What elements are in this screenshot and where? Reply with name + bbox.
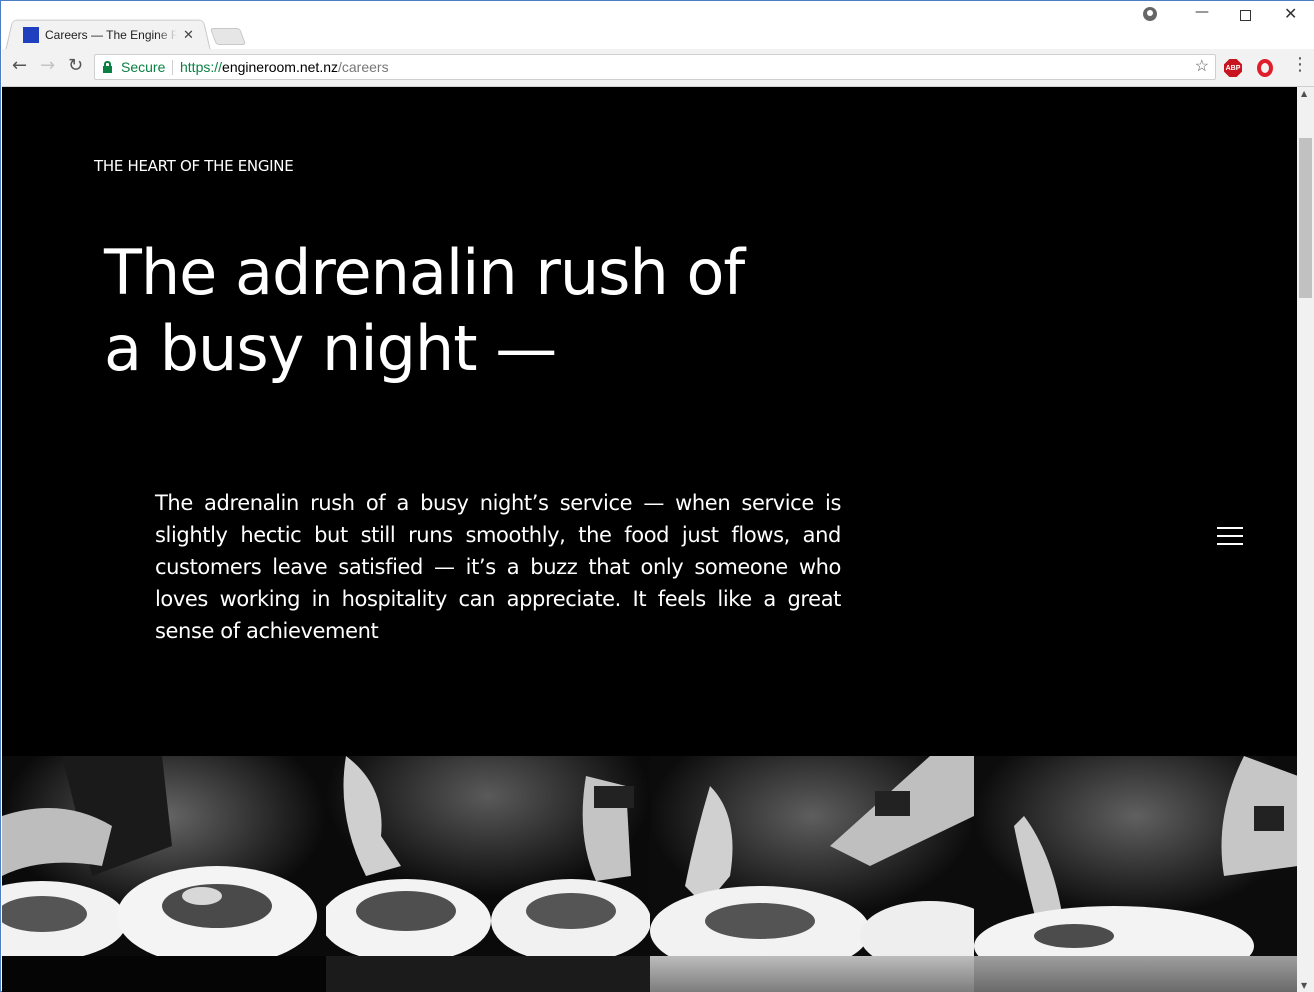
plating-photo-3 bbox=[650, 756, 974, 956]
back-arrow-icon[interactable]: ← bbox=[12, 55, 27, 76]
plating-photo-4 bbox=[974, 756, 1297, 956]
scroll-up-icon[interactable]: ▲ bbox=[1301, 89, 1307, 98]
lock-icon bbox=[103, 61, 112, 73]
reload-icon[interactable]: ↻ bbox=[68, 55, 83, 76]
tab-content[interactable]: Careers — The Engine Room ✕ bbox=[15, 22, 205, 48]
url-path: /careers bbox=[338, 59, 389, 75]
tab-close-icon[interactable]: ✕ bbox=[183, 28, 194, 43]
address-bar[interactable]: Secure https://engineroom.net.nz/careers… bbox=[94, 54, 1216, 80]
scroll-down-icon[interactable]: ▼ bbox=[1301, 981, 1307, 990]
photo-gallery bbox=[2, 756, 1297, 992]
hamburger-menu-icon[interactable] bbox=[1217, 527, 1243, 545]
adblock-plus-icon[interactable]: ABP bbox=[1224, 59, 1242, 77]
headline-line-2: a busy night — bbox=[104, 312, 557, 385]
new-tab-button[interactable] bbox=[209, 28, 247, 45]
profile-icon[interactable] bbox=[1143, 7, 1157, 21]
window-close-icon[interactable]: ✕ bbox=[1284, 4, 1297, 23]
tab-strip: Careers — The Engine Room ✕ — ✕ bbox=[1, 1, 1314, 50]
opera-extension-icon[interactable] bbox=[1257, 59, 1273, 77]
maximize-icon[interactable] bbox=[1240, 10, 1251, 21]
plating-photo-2 bbox=[326, 756, 650, 956]
page-content: THE HEART OF THE ENGINE The adrenalin ru… bbox=[2, 87, 1297, 992]
url-text[interactable]: https://engineroom.net.nz/careers bbox=[180, 59, 389, 75]
page-scrollbar[interactable]: ▲ ▼ bbox=[1297, 87, 1314, 992]
tab-title: Careers — The Engine Room bbox=[45, 28, 177, 42]
page-headline: The adrenalin rush of a busy night — bbox=[104, 235, 804, 387]
site-favicon-icon bbox=[23, 27, 39, 43]
plating-photo-1 bbox=[2, 756, 326, 956]
plating-photo-8 bbox=[974, 956, 1297, 992]
bookmark-star-icon[interactable]: ☆ bbox=[1195, 56, 1209, 76]
browser-window: Careers — The Engine Room ✕ — ✕ ← → ↻ Se… bbox=[0, 0, 1314, 992]
section-eyebrow: THE HEART OF THE ENGINE bbox=[94, 157, 294, 175]
forward-arrow-icon[interactable]: → bbox=[40, 55, 55, 76]
scroll-thumb[interactable] bbox=[1299, 138, 1312, 298]
plating-photo-5 bbox=[2, 956, 326, 992]
intro-paragraph: The adrenalin rush of a busy night’s ser… bbox=[155, 491, 841, 643]
headline-line-1: The adrenalin rush of bbox=[104, 236, 745, 309]
address-divider bbox=[172, 60, 173, 75]
url-host: engineroom.net.nz bbox=[222, 59, 338, 75]
browser-menu-icon[interactable]: ⋮ bbox=[1291, 54, 1309, 75]
browser-toolbar: ← → ↻ Secure https://engineroom.net.nz/c… bbox=[2, 49, 1314, 87]
plating-photo-7 bbox=[650, 956, 974, 992]
secure-label: Secure bbox=[121, 59, 166, 75]
plating-photo-6 bbox=[326, 956, 650, 992]
minimize-icon[interactable]: — bbox=[1195, 4, 1209, 20]
url-scheme: https:// bbox=[180, 59, 223, 75]
